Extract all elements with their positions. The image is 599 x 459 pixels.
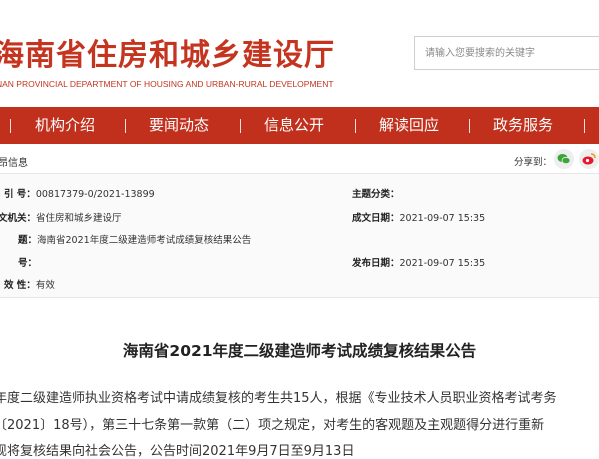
site-header: 海南省住房和城乡建设厅 NAN PROVINCIAL DEPARTMENT OF… [0, 0, 599, 100]
nav-item-disclosure[interactable]: 信息公开 [264, 107, 324, 144]
article-paragraph-line: 年度二级建造师执业资格考试中请成绩复核的考生共15人，根据《专业技术人员职业资格… [0, 391, 557, 406]
nav-divider [355, 119, 356, 133]
share-label: 分享到： [514, 157, 553, 168]
weibo-icon[interactable] [579, 149, 599, 169]
meta-org: 文机关：省住房和城乡建设厅 [0, 213, 122, 224]
article-paragraph-line: 〔2021〕18号），第三十七条第一款第（二）项之规定，对考生的客观题及主观题得… [0, 418, 545, 433]
meta-written-date: 成文日期：2021-09-07 15:35 [352, 213, 486, 224]
nav-item-interpretation[interactable]: 解读回应 [379, 107, 439, 144]
wechat-icon[interactable] [554, 149, 574, 169]
nav-item-news[interactable]: 要闻动态 [149, 107, 209, 144]
search-box[interactable] [414, 36, 599, 70]
site-title[interactable]: 海南省住房和城乡建设厅 [0, 30, 335, 74]
meta-published-date: 发布日期：2021-09-07 15:35 [352, 258, 486, 269]
nav-divider [584, 119, 585, 133]
nav-divider [10, 119, 11, 133]
nav-divider [240, 119, 241, 133]
nav-item-services[interactable]: 政务服务 [493, 107, 553, 144]
nav-item-about[interactable]: 机构介绍 [35, 107, 95, 144]
meta-number: 号： [18, 258, 38, 269]
meta-subject: 主题分类： [352, 189, 400, 200]
nav-divider [125, 119, 126, 133]
meta-validity: 效 性：有效 [4, 280, 55, 291]
meta-index: 引 号：00817379-0/2021-13899 [4, 189, 155, 200]
nav-divider [469, 119, 470, 133]
search-input[interactable] [415, 37, 599, 69]
meta-title: 题：海南省2021年度二级建造师考试成绩复核结果公告 [18, 235, 252, 246]
main-nav: 机构介绍 要闻动态 信息公开 解读回应 政务服务 [0, 107, 599, 144]
breadcrumb[interactable]: 昂信息 [0, 154, 28, 169]
article-title: 海南省2021年度二级建造师考试成绩复核结果公告 [122, 342, 477, 360]
site-subtitle: NAN PROVINCIAL DEPARTMENT OF HOUSING AND… [0, 79, 334, 89]
